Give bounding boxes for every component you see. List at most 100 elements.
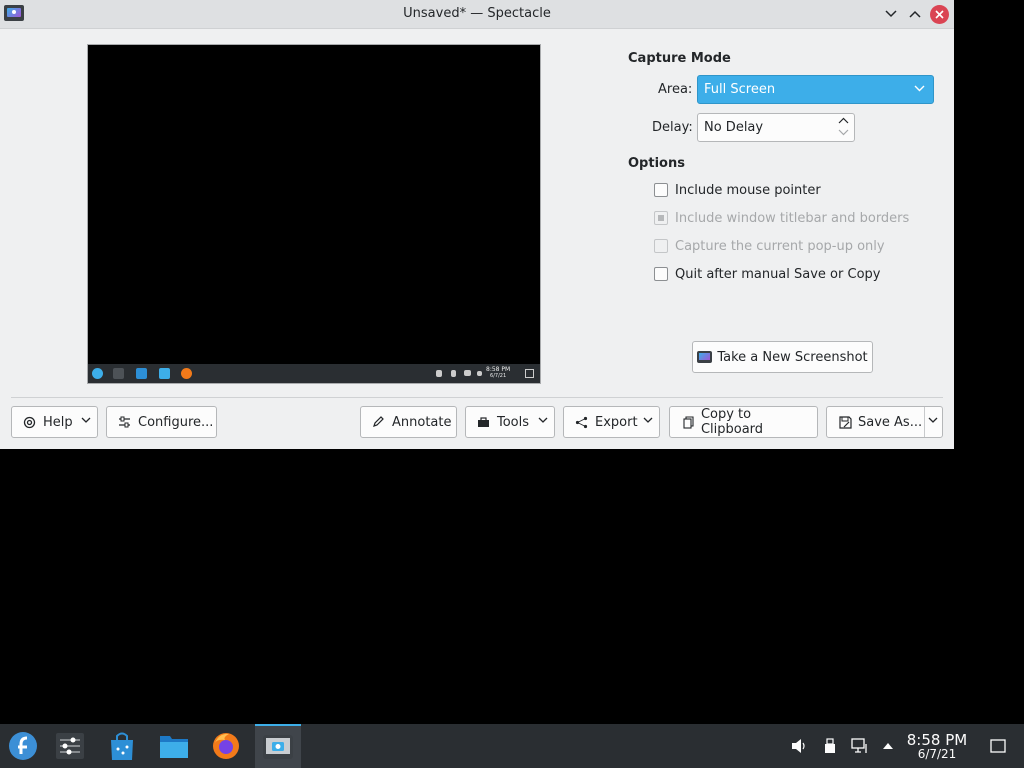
system-settings-button[interactable] (47, 724, 93, 768)
firefox-icon (213, 733, 239, 759)
help-button[interactable]: Help (11, 406, 98, 438)
chevron-down-icon[interactable] (928, 417, 938, 424)
share-icon (573, 414, 589, 430)
copy-to-clipboard-button[interactable]: Copy to Clipboard (669, 406, 818, 438)
help-label: Help (43, 414, 73, 430)
tools-button[interactable]: Tools (465, 406, 555, 438)
volume-button[interactable] (789, 736, 809, 756)
capture-mode-heading: Capture Mode (628, 51, 731, 66)
network-icon (851, 738, 867, 753)
volume-icon (792, 739, 805, 753)
include-mouse-pointer-option[interactable]: Include mouse pointer (654, 181, 821, 199)
mini-desktop-icon (525, 369, 534, 378)
checkbox (654, 239, 668, 253)
quit-after-save-option[interactable]: Quit after manual Save or Copy (654, 265, 880, 283)
delay-value: No Delay (704, 120, 764, 135)
area-select[interactable]: Full Screen (697, 75, 934, 104)
title-bar[interactable]: Unsaved* — Spectacle (0, 0, 954, 29)
minimize-button[interactable] (881, 4, 901, 24)
spin-down-icon[interactable] (838, 129, 849, 136)
copy-icon (681, 414, 697, 430)
fedora-launcher-icon (9, 732, 37, 760)
discover-store-button[interactable] (99, 724, 145, 768)
show-desktop-button[interactable] (988, 736, 1008, 756)
discover-store-icon (111, 732, 133, 760)
close-icon (935, 10, 944, 19)
chevron-down-icon (885, 10, 897, 18)
checkbox[interactable] (654, 183, 668, 197)
spectacle-icon (697, 351, 713, 363)
preview-mini-panel: 8:58 PM 6/7/21 (88, 364, 540, 383)
mini-clock: 8:58 PM 6/7/21 (486, 366, 510, 380)
annotate-button[interactable]: Annotate (360, 406, 457, 438)
option-label: Quit after manual Save or Copy (675, 266, 881, 282)
annotate-label: Annotate (392, 414, 452, 430)
checkbox[interactable] (654, 267, 668, 281)
take-new-screenshot-label: Take a New Screenshot (717, 349, 868, 365)
mini-network-icon (464, 370, 471, 376)
clock-date[interactable]: 6/7/21 (903, 747, 971, 761)
pencil-icon (370, 414, 386, 430)
configure-button[interactable]: Configure... (106, 406, 217, 438)
copy-label: Copy to Clipboard (700, 407, 764, 437)
tools-label: Tools (497, 414, 530, 430)
dolphin-files-icon (160, 736, 188, 758)
usb-device-icon (825, 738, 835, 753)
options-heading: Options (628, 156, 685, 171)
usb-device-button[interactable] (820, 736, 840, 756)
mini-clock-date: 6/7/21 (490, 373, 507, 379)
taskbar (0, 724, 1024, 768)
area-label: Area: (658, 82, 693, 97)
mini-settings-icon (113, 368, 124, 379)
save-icon (837, 414, 853, 430)
firefox-button[interactable] (203, 724, 249, 768)
system-settings-icon (56, 733, 84, 759)
mini-clock-time: 8:58 PM (486, 366, 511, 373)
chevron-down-icon (914, 85, 925, 92)
chevron-down-icon (81, 417, 91, 423)
close-button[interactable] (930, 5, 949, 24)
expand-tray-button[interactable] (878, 736, 898, 756)
dolphin-files-button[interactable] (151, 724, 197, 768)
mini-volume-icon (436, 370, 442, 377)
mini-usb-icon (451, 370, 456, 377)
separator (11, 397, 943, 398)
mini-store-icon (136, 368, 147, 379)
area-value: Full Screen (704, 82, 776, 97)
option-label: Include window titlebar and borders (675, 210, 910, 226)
mini-fedora-icon (92, 368, 103, 379)
screenshot-preview[interactable]: 8:58 PM 6/7/21 (87, 44, 541, 384)
configure-label: Configure... (138, 414, 214, 430)
export-button[interactable]: Export (563, 406, 660, 438)
show-desktop-icon (990, 739, 1006, 753)
include-titlebar-option: Include window titlebar and borders (654, 209, 909, 227)
option-label: Capture the current pop-up only (675, 238, 885, 254)
delay-label: Delay: (652, 120, 693, 135)
network-button[interactable] (850, 736, 870, 756)
export-label: Export (595, 414, 638, 430)
spectacle-icon (263, 735, 293, 759)
take-new-screenshot-button[interactable]: Take a New Screenshot (692, 341, 873, 373)
configure-sliders-icon (116, 414, 132, 430)
save-as-button[interactable]: Save As... (826, 406, 943, 438)
mini-firefox-icon (181, 368, 192, 379)
mini-tray-arrow-icon (477, 371, 482, 376)
spectacle-taskbar-button[interactable] (255, 724, 301, 768)
chevron-up-icon (909, 10, 921, 18)
expand-tray-icon (883, 743, 893, 749)
chevron-down-icon (643, 417, 653, 423)
capture-popup-option: Capture the current pop-up only (654, 237, 885, 255)
checkbox (654, 211, 668, 225)
split-divider (924, 407, 925, 437)
toolbox-icon (475, 414, 491, 430)
fedora-launcher-button[interactable] (0, 724, 46, 768)
help-lifebuoy-icon (21, 414, 37, 430)
delay-spinbox[interactable]: No Delay (697, 113, 855, 142)
maximize-button[interactable] (905, 4, 925, 24)
spin-up-icon[interactable] (838, 117, 849, 124)
save-as-label: Save As... (858, 414, 923, 430)
chevron-down-icon (538, 417, 548, 423)
option-label: Include mouse pointer (675, 182, 821, 198)
spectacle-window: Unsaved* — Spectacle 8:58 PM 6/7/21 Capt… (0, 0, 954, 449)
mini-folder-icon (159, 368, 170, 379)
